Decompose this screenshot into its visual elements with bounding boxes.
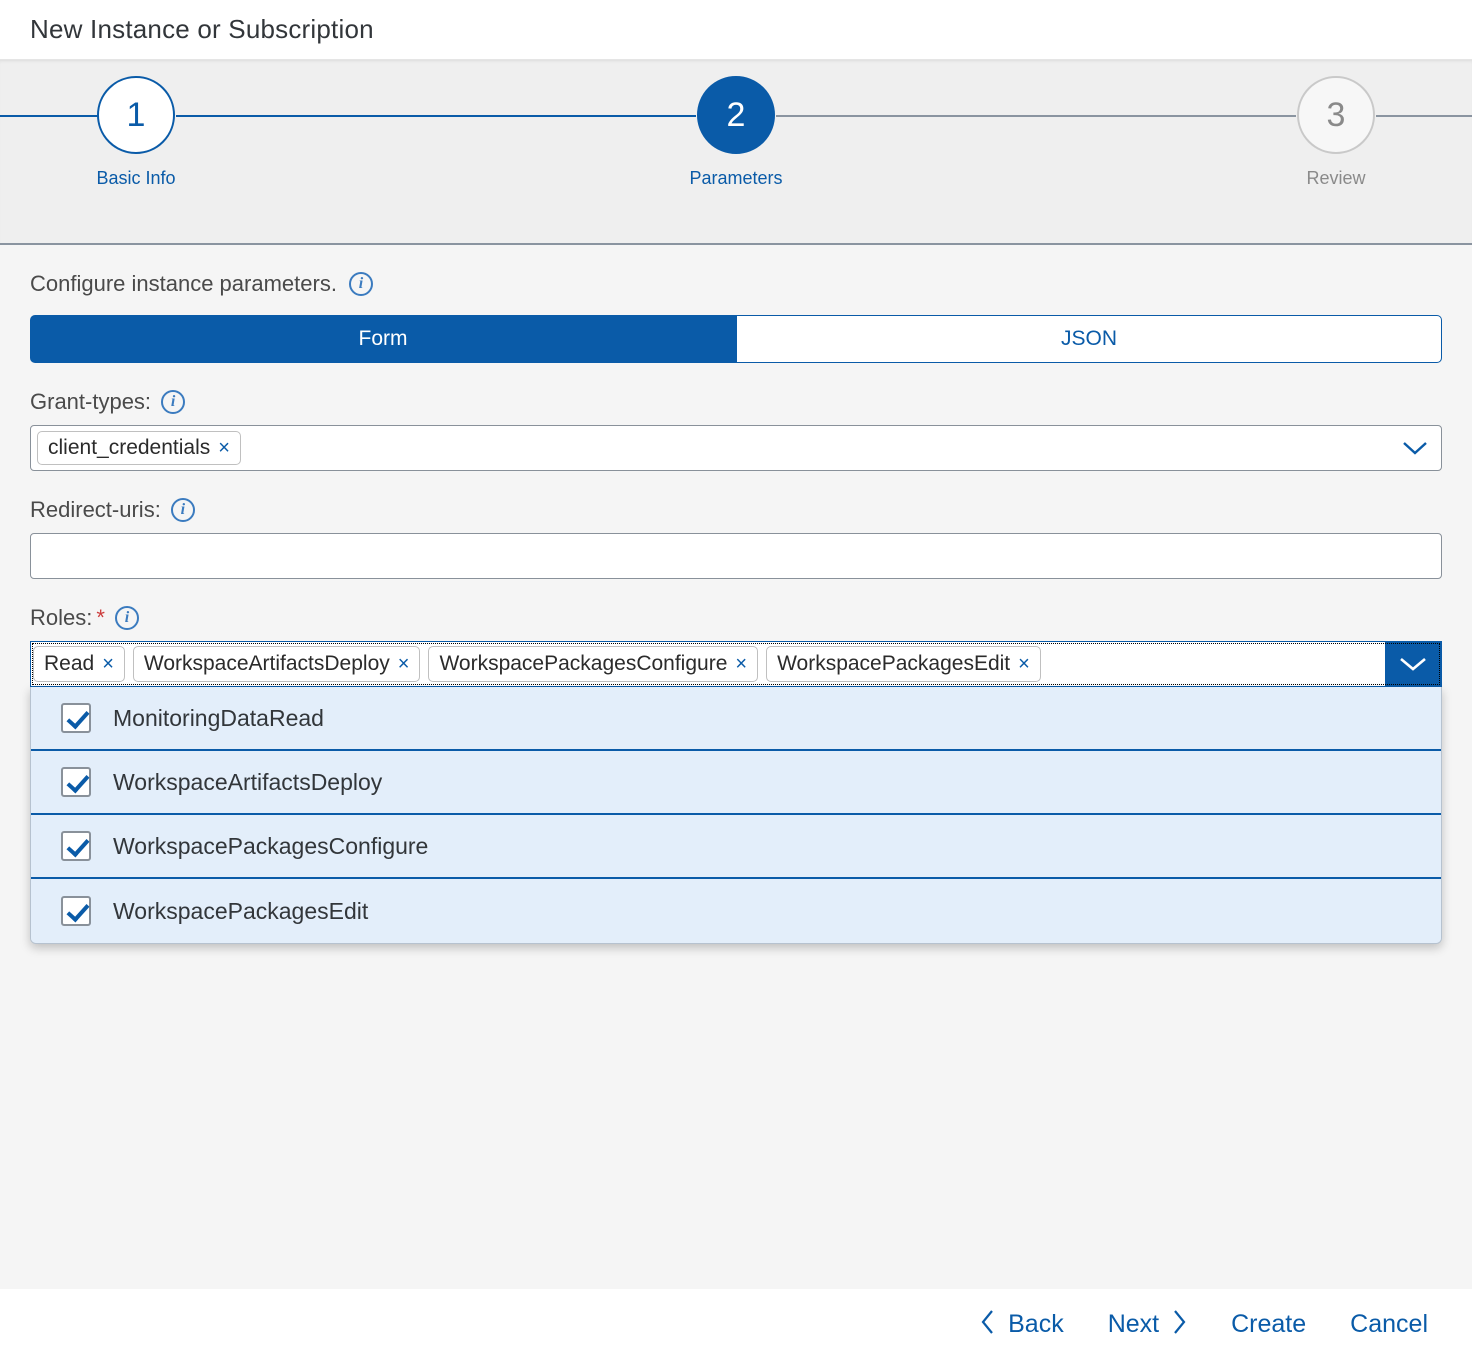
close-icon[interactable]: × <box>398 654 410 674</box>
next-button[interactable]: Next <box>1104 1303 1191 1346</box>
roles-option-workspaceartifactsdeploy[interactable]: WorkspaceArtifactsDeploy <box>31 751 1441 815</box>
redirect-uris-label-row: Redirect-uris: i <box>30 497 1442 523</box>
roles-token[interactable]: WorkspaceArtifactsDeploy × <box>132 646 421 682</box>
close-icon[interactable]: × <box>1018 654 1030 674</box>
page-title: New Instance or Subscription <box>30 14 374 44</box>
roles-token[interactable]: Read × <box>33 646 125 682</box>
roles-info-icon[interactable]: i <box>114 606 139 630</box>
dialog-footer: Back Next Create Cancel <box>0 1289 1472 1359</box>
wizard-progress-header: 1 Basic Info 2 Parameters 3 Review <box>0 60 1472 245</box>
wizard-step-basic-info[interactable]: 1 Basic Info <box>56 60 216 189</box>
new-instance-wizard-dialog: New Instance or Subscription 1 Basic Inf… <box>0 0 1472 1360</box>
roles-label: Roles: <box>30 605 93 630</box>
grant-types-token[interactable]: client_credentials × <box>37 431 241 465</box>
redirect-uris-label: Redirect-uris: <box>30 497 161 522</box>
wizard-step-review[interactable]: 3 Review <box>1256 60 1416 189</box>
tab-json[interactable]: JSON <box>736 315 1442 363</box>
section-description: Configure instance parameters. <box>30 271 337 296</box>
roles-token[interactable]: WorkspacePackagesConfigure × <box>428 646 759 682</box>
close-icon[interactable]: × <box>735 654 747 674</box>
wizard-connector-2-3 <box>776 115 1296 117</box>
roles-token-label: Read <box>44 652 95 675</box>
roles-token-label: WorkspaceArtifactsDeploy <box>143 652 390 675</box>
chevron-right-icon <box>1171 1309 1187 1340</box>
redirect-uris-input-wrapper[interactable] <box>30 533 1442 579</box>
required-marker: * <box>96 605 105 630</box>
roles-dropdown-toggle[interactable] <box>1385 642 1441 686</box>
chevron-left-icon <box>980 1309 996 1340</box>
grant-types-label: Grant-types: <box>30 389 152 414</box>
grant-types-input[interactable]: client_credentials × <box>30 425 1442 471</box>
roles-label-row: Roles: * i <box>30 605 1442 631</box>
checkbox-checked-icon[interactable] <box>61 703 91 733</box>
wizard-step-2-circle[interactable]: 2 <box>697 76 775 154</box>
tab-form[interactable]: Form <box>30 315 736 363</box>
mode-toggle: Form JSON <box>30 315 1442 363</box>
back-button-label: Back <box>1008 1309 1064 1338</box>
wizard-track: 1 Basic Info 2 Parameters 3 Review <box>0 60 1472 190</box>
roles-token-label: WorkspacePackagesEdit <box>777 652 1011 675</box>
roles-token[interactable]: WorkspacePackagesEdit × <box>766 646 1041 682</box>
info-icon[interactable]: i <box>348 272 373 296</box>
cancel-button[interactable]: Cancel <box>1346 1304 1432 1345</box>
back-button[interactable]: Back <box>976 1303 1068 1346</box>
roles-option-label: WorkspaceArtifactsDeploy <box>113 768 383 795</box>
redirect-uris-input[interactable] <box>41 543 1431 569</box>
close-icon[interactable]: × <box>102 654 114 674</box>
close-icon[interactable]: × <box>218 438 230 458</box>
redirect-uris-info-icon[interactable]: i <box>170 498 195 522</box>
wizard-step-3-label: Review <box>1306 168 1366 188</box>
grant-types-info-icon[interactable]: i <box>161 390 186 414</box>
wizard-step-3-circle[interactable]: 3 <box>1297 76 1375 154</box>
section-description-row: Configure instance parameters. i <box>30 245 1442 297</box>
roles-option-label: MonitoringDataRead <box>113 704 324 731</box>
roles-option-label: WorkspacePackagesConfigure <box>113 832 429 859</box>
checkbox-checked-icon[interactable] <box>61 831 91 861</box>
roles-token-label: WorkspacePackagesConfigure <box>439 652 728 675</box>
grant-types-label-row: Grant-types: i <box>30 389 1442 415</box>
roles-multicombobox: Read × WorkspaceArtifactsDeploy × Worksp… <box>30 641 1442 944</box>
roles-dropdown-list: MonitoringDataRead WorkspaceArtifactsDep… <box>30 687 1442 944</box>
roles-option-label: WorkspacePackagesEdit <box>113 897 369 924</box>
wizard-step-2-label: Parameters <box>689 168 783 188</box>
dialog-titlebar: New Instance or Subscription <box>0 0 1472 60</box>
wizard-step-1-circle[interactable]: 1 <box>97 76 175 154</box>
roles-option-workspacepackagesedit[interactable]: WorkspacePackagesEdit <box>31 879 1441 943</box>
chevron-down-icon[interactable] <box>1393 440 1437 456</box>
wizard-step-parameters[interactable]: 2 Parameters <box>656 60 816 189</box>
create-button[interactable]: Create <box>1227 1304 1310 1345</box>
checkbox-checked-icon[interactable] <box>61 767 91 797</box>
roles-input[interactable]: Read × WorkspaceArtifactsDeploy × Worksp… <box>30 641 1442 687</box>
wizard-content: Configure instance parameters. i Form JS… <box>0 245 1472 1289</box>
roles-option-workspacepackagesconfigure[interactable]: WorkspacePackagesConfigure <box>31 815 1441 879</box>
checkbox-checked-icon[interactable] <box>61 896 91 926</box>
roles-option-monitoringdataread[interactable]: MonitoringDataRead <box>31 687 1441 751</box>
next-button-label: Next <box>1107 1309 1160 1338</box>
grant-types-token-label: client_credentials <box>48 436 211 459</box>
wizard-connector-1-2 <box>176 115 696 117</box>
wizard-step-1-label: Basic Info <box>96 168 176 188</box>
